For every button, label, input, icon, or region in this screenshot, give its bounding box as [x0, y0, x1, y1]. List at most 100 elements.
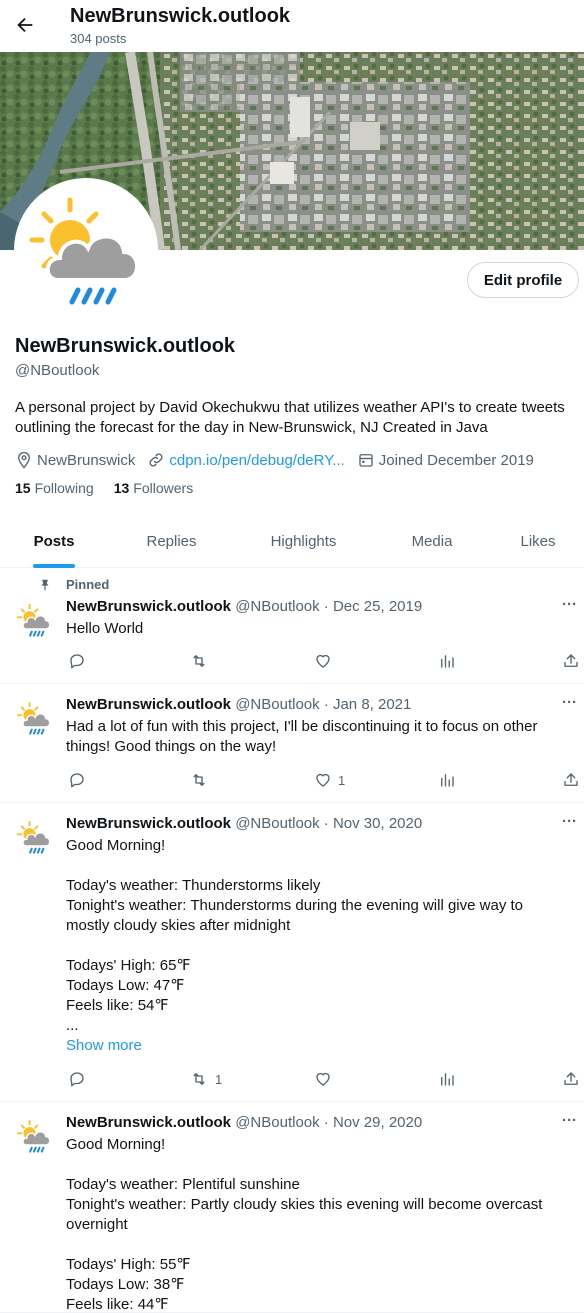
tweet-line: Feels like: 54℉ [66, 997, 169, 1014]
tweet-actions: 1 [66, 1069, 578, 1089]
reply-icon[interactable] [68, 1069, 86, 1089]
tweet-handle-date[interactable]: @NBoutlook · Nov 30, 2020 [235, 815, 422, 832]
back-arrow-icon[interactable] [14, 14, 36, 36]
like-icon[interactable] [314, 1069, 338, 1089]
post-count: 304 posts [70, 31, 127, 46]
tweet-item[interactable]: NewBrunswick.outlook @NBoutlook · Nov 29… [0, 1102, 584, 1313]
retweet-icon[interactable] [189, 651, 215, 671]
retweet-icon[interactable]: 1 [189, 1069, 222, 1089]
tab-likes[interactable]: Likes [492, 515, 584, 568]
show-more-link[interactable]: Show more [66, 1036, 571, 1056]
profile-avatar[interactable] [14, 178, 158, 322]
tweet-line [66, 1155, 571, 1175]
tweet-text: Good Morning! Today's weather: Thundersto… [66, 836, 571, 1056]
like-icon[interactable]: 1 [314, 770, 345, 790]
tweet-header: NewBrunswick.outlook @NBoutlook · Dec 25… [66, 598, 422, 615]
more-options-icon[interactable]: ··· [562, 596, 577, 613]
location-pin-icon [18, 451, 30, 469]
tweet-author-name[interactable]: NewBrunswick.outlook [66, 815, 231, 832]
tweet-line: Feels like: 44℉ [66, 1296, 169, 1313]
more-options-icon[interactable]: ··· [562, 1112, 577, 1129]
tweet-avatar[interactable] [14, 698, 54, 738]
tweet-handle-date[interactable]: @NBoutlook · Jan 8, 2021 [235, 696, 411, 713]
views-icon[interactable] [438, 770, 456, 790]
tweet-line: things! Good things on the way! [66, 738, 277, 755]
joined-item: Joined December 2019 [357, 451, 534, 469]
tweet-line [66, 1235, 571, 1255]
tweet-line: Todays Low: 47℉ [66, 977, 185, 994]
tweet-handle-date[interactable]: @NBoutlook · Dec 25, 2019 [235, 598, 422, 615]
tweet-avatar[interactable] [14, 817, 54, 857]
tweet-line: Good Morning! [66, 837, 166, 854]
retweet-icon[interactable] [189, 770, 215, 790]
like-icon[interactable] [314, 651, 338, 671]
profile-display-name: NewBrunswick.outlook [15, 335, 236, 357]
like-count: 1 [338, 772, 346, 788]
tab-posts[interactable]: Posts [0, 515, 108, 568]
following-label: Following [34, 480, 94, 496]
profile-bio: A personal project by David Okechukwu th… [15, 399, 565, 436]
tweet-avatar[interactable] [14, 600, 54, 640]
tab-highlights[interactable]: Highlights [235, 515, 372, 568]
header-title: NewBrunswick.outlook [70, 5, 291, 27]
tweet-header: NewBrunswick.outlook @NBoutlook · Jan 8,… [66, 696, 411, 713]
tweet-line: ... [66, 1017, 79, 1034]
tweet-item[interactable]: NewBrunswick.outlook @NBoutlook · Nov 30… [0, 803, 584, 1102]
tweet-text: Had a lot of fun with this project, I'll… [66, 717, 571, 757]
tab-media[interactable]: Media [372, 515, 492, 568]
tweet-handle-date[interactable]: @NBoutlook · Nov 29, 2020 [235, 1114, 422, 1131]
website-item[interactable]: cdpn.io/pen/debug/deRY... [147, 451, 345, 469]
more-options-icon[interactable]: ··· [562, 813, 577, 830]
tweet-text: Good Morning! Today's weather: Plentiful … [66, 1135, 571, 1313]
tweet-line: Hello World [66, 620, 144, 637]
following-link[interactable]: 15 Following [15, 480, 94, 496]
location-item: NewBrunswick [15, 451, 135, 469]
tweet-line: Today's weather: Thunderstorms likely [66, 877, 321, 894]
tweet-line: Tonight's weather: Thunderstorms during … [66, 897, 523, 914]
profile-handle: @NBoutlook [15, 362, 100, 379]
following-count: 15 [15, 480, 31, 496]
tweet-line [66, 936, 571, 956]
tweet-item[interactable]: NewBrunswick.outlook @NBoutlook · Dec 25… [0, 569, 584, 684]
share-icon[interactable] [562, 1069, 580, 1089]
share-icon[interactable] [562, 651, 580, 671]
tweet-line: overnight [66, 1216, 128, 1233]
tweet-author-name[interactable]: NewBrunswick.outlook [66, 1114, 231, 1131]
calendar-icon [359, 454, 373, 467]
tweet-line: mostly cloudy skies after midnight [66, 917, 291, 934]
followers-link[interactable]: 13 Followers [114, 480, 193, 496]
tweet-line: Todays Low: 38℉ [66, 1276, 185, 1293]
tweet-author-name[interactable]: NewBrunswick.outlook [66, 696, 231, 713]
link-icon [149, 453, 163, 467]
more-options-icon[interactable]: ··· [562, 694, 577, 711]
tweet-actions [66, 651, 578, 671]
tweet-author-name[interactable]: NewBrunswick.outlook [66, 598, 231, 615]
profile-meta: NewBrunswick cdpn.io/pen/debug/deRY... J… [15, 450, 546, 470]
views-icon[interactable] [438, 651, 456, 671]
retweet-count: 1 [215, 1071, 223, 1087]
tweet-line [66, 856, 571, 876]
location-text: NewBrunswick [37, 451, 136, 469]
tweet-avatar[interactable] [14, 1116, 54, 1156]
top-bar: NewBrunswick.outlook 304 posts [0, 0, 584, 50]
weather-logo-icon [29, 197, 139, 305]
tweet-line: Today's weather: Plentiful sunshine [66, 1176, 300, 1193]
website-link[interactable]: cdpn.io/pen/debug/deRY... [169, 452, 344, 469]
followers-count: 13 [113, 480, 130, 496]
joined-text: Joined December 2019 [378, 451, 534, 469]
share-icon[interactable] [562, 770, 580, 790]
tweet-text: Hello World [66, 619, 571, 639]
tweet-line: Had a lot of fun with this project, I'll… [66, 718, 538, 735]
follow-stats: 15 Following 13 Followers [15, 480, 213, 496]
profile-tabs: Posts Replies Highlights Media Likes [0, 515, 584, 568]
tweet-item[interactable]: NewBrunswick.outlook @NBoutlook · Jan 8,… [0, 684, 584, 803]
edit-profile-button[interactable]: Edit profile [467, 262, 579, 298]
tweet-actions: 1 [66, 770, 578, 790]
tweet-line: Todays' High: 65℉ [66, 957, 191, 974]
tab-replies[interactable]: Replies [108, 515, 235, 568]
views-icon[interactable] [438, 1069, 456, 1089]
reply-icon[interactable] [68, 770, 86, 790]
tweet-header: NewBrunswick.outlook @NBoutlook · Nov 30… [66, 815, 422, 832]
reply-icon[interactable] [68, 651, 86, 671]
tweet-line: Todays' High: 55℉ [66, 1256, 191, 1273]
